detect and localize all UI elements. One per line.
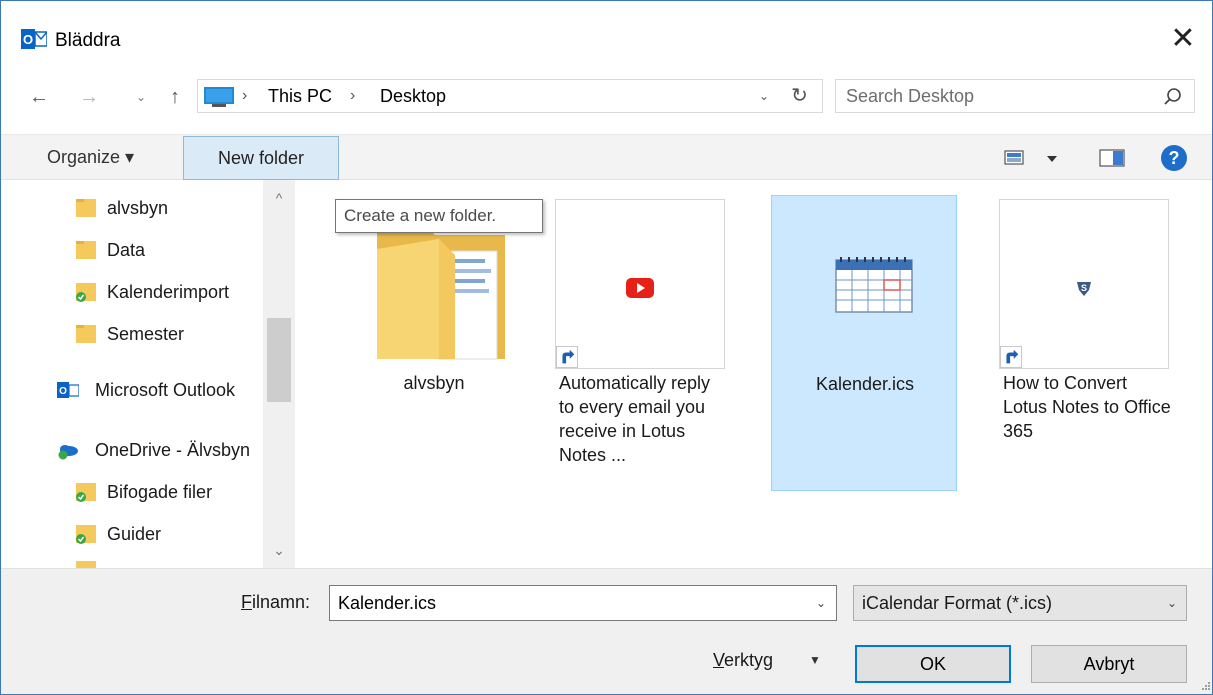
- command-bar: Organize ▾ New folder ?: [1, 134, 1212, 180]
- folder-synced-icon: [76, 525, 96, 544]
- scroll-down-button[interactable]: ⌄: [263, 540, 295, 560]
- up-button[interactable]: ↑: [161, 79, 189, 115]
- address-bar[interactable]: › This PC › Desktop ⌄ ↻: [197, 79, 823, 113]
- change-view-button[interactable]: [999, 145, 1069, 171]
- onedrive-icon: [58, 445, 78, 460]
- svg-text:S: S: [1081, 283, 1087, 293]
- preview-pane-button[interactable]: [1097, 145, 1127, 171]
- shortcut-arrow-icon: [1000, 346, 1022, 368]
- new-folder-tooltip: Create a new folder.: [335, 199, 543, 233]
- dropdown-arrow-icon: ▼: [809, 653, 821, 667]
- breadcrumb-this-pc[interactable]: This PC: [268, 80, 332, 112]
- dialog-footer: Filnamn: ⌄ iCalendar Format (*.ics) ⌄ Ve…: [1, 568, 1212, 694]
- navigation-pane-scrollbar[interactable]: ^ ⌄: [263, 180, 295, 568]
- file-name: alvsbyn: [403, 373, 465, 393]
- file-type-select[interactable]: iCalendar Format (*.ics) ⌄: [853, 585, 1187, 621]
- window-title: Bläddra: [55, 30, 121, 51]
- youtube-icon: [626, 278, 654, 298]
- file-name: Automatically reply to every email you r…: [559, 373, 711, 465]
- tools-button[interactable]: Verktyg ▼: [701, 641, 841, 679]
- scroll-up-button[interactable]: ^: [263, 188, 295, 208]
- navigation-bar: ← → ⌄ ↑ › This PC › Desktop ⌄ ↻: [1, 79, 1212, 119]
- new-folder-button[interactable]: New folder: [183, 136, 339, 180]
- scrollbar-thumb[interactable]: [267, 318, 291, 402]
- tools-label-text: erktyg: [724, 650, 774, 670]
- shortcut-arrow-icon: [556, 346, 578, 368]
- file-list-view: alvsbyn Automatically reply to every ema…: [305, 180, 1211, 568]
- tree-item-label: Semester: [107, 324, 185, 344]
- filename-input[interactable]: [338, 586, 798, 620]
- recent-locations-button[interactable]: ⌄: [129, 79, 153, 115]
- file-item-alvsbyn[interactable]: alvsbyn: [341, 195, 527, 491]
- folder-synced-icon: [76, 283, 96, 302]
- resize-grip-icon[interactable]: [1199, 679, 1211, 691]
- folder-icon: [76, 241, 96, 259]
- tools-label-accesskey: V: [713, 650, 725, 670]
- svg-text:O: O: [23, 32, 33, 47]
- address-dropdown-icon[interactable]: ⌄: [752, 80, 776, 112]
- chevron-down-icon: ⌄: [1166, 596, 1178, 610]
- this-pc-icon: [204, 87, 234, 107]
- lotus-notes-icon: S: [1077, 282, 1091, 296]
- refresh-icon[interactable]: ↻: [782, 80, 816, 112]
- file-type-value: iCalendar Format (*.ics): [862, 593, 1053, 613]
- folder-icon: [76, 325, 96, 343]
- tree-item-label: Microsoft Outlook: [95, 380, 236, 400]
- chevron-down-icon[interactable]: ⌄: [806, 586, 836, 620]
- file-dialog-window: O Bläddra ✕ ← → ⌄ ↑ › This PC › Desktop …: [0, 0, 1213, 695]
- tree-item-label: Kalenderimport: [107, 282, 230, 302]
- view-icon: [1004, 150, 1057, 165]
- file-item-kalender-ics[interactable]: Kalender.ics: [771, 195, 957, 491]
- filename-label: Filnamn:: [241, 585, 310, 619]
- folder-icon: [76, 561, 96, 568]
- navigation-pane: alvsbyn Data Kalenderimport Semester O M…: [1, 180, 297, 568]
- outlook-icon: O: [57, 382, 79, 398]
- file-name: How to Convert Lotus Notes to Office 365: [1003, 373, 1171, 441]
- file-thumbnail: S: [999, 199, 1169, 369]
- filename-label-accesskey: F: [241, 592, 252, 612]
- address-separator: ›: [242, 87, 248, 104]
- file-item-how-to-convert[interactable]: S How to Convert Lotus Notes to Office 3…: [985, 195, 1171, 491]
- folder-synced-icon: [76, 483, 96, 502]
- title-bar: O Bläddra ✕: [1, 1, 1212, 79]
- file-item-automatically-reply[interactable]: Automatically reply to every email you r…: [541, 195, 727, 491]
- close-button[interactable]: ✕: [1161, 19, 1205, 59]
- cancel-button[interactable]: Avbryt: [1031, 645, 1187, 683]
- filename-label-text: ilnamn:: [252, 592, 311, 612]
- tree-item-label: Guider: [107, 524, 162, 544]
- preview-pane-icon: [1099, 149, 1125, 167]
- forward-button[interactable]: →: [73, 79, 105, 115]
- tools-label: Verktyg: [713, 641, 773, 679]
- search-box[interactable]: [835, 79, 1195, 113]
- breadcrumb-desktop[interactable]: Desktop: [380, 80, 446, 112]
- tree-item-label: Data: [107, 240, 146, 260]
- outlook-app-icon: O: [21, 29, 47, 49]
- svg-text:O: O: [59, 386, 67, 397]
- address-separator: ›: [350, 87, 356, 104]
- tree-item-label: OneDrive - Älvsbyn: [95, 440, 251, 460]
- organize-button[interactable]: Organize ▾: [35, 135, 146, 179]
- back-button[interactable]: ←: [23, 79, 55, 115]
- tree-item-label: Bifogade filer: [107, 482, 213, 502]
- help-button[interactable]: ?: [1161, 145, 1187, 171]
- filename-combobox[interactable]: ⌄: [329, 585, 837, 621]
- file-name: Kalender.ics: [815, 374, 915, 394]
- ok-button[interactable]: OK: [855, 645, 1011, 683]
- search-input[interactable]: [846, 80, 1146, 112]
- tree-item-label: alvsbyn: [107, 198, 169, 218]
- folder-icon: [76, 199, 96, 217]
- search-icon[interactable]: [1162, 86, 1184, 108]
- calendar-file-icon: [835, 257, 913, 313]
- file-thumbnail: [555, 199, 725, 369]
